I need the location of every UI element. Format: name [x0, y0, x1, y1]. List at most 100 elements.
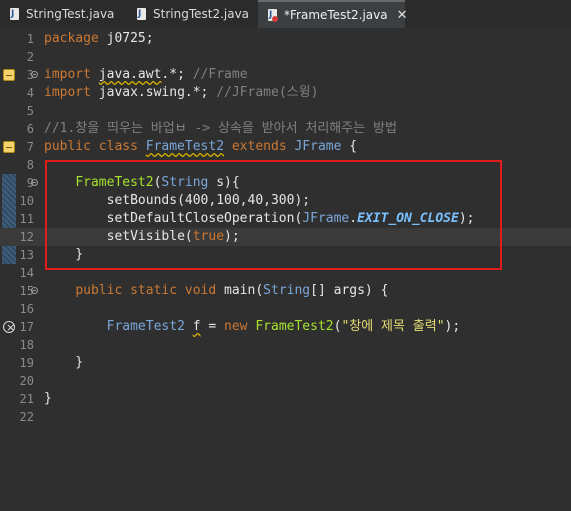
line-number: 4	[26, 86, 34, 100]
code-text: public static void main(String[] args) {	[44, 282, 388, 300]
code-line[interactable]: 10 setBounds(400,100,40,300);	[0, 192, 571, 210]
java-file-error-icon	[268, 9, 278, 22]
line-number: 22	[19, 410, 34, 424]
line-number: 7	[26, 140, 34, 154]
code-line[interactable]: 18	[0, 336, 571, 354]
line-number: 10	[19, 194, 34, 208]
code-token: s){	[208, 175, 240, 190]
code-line[interactable]: 4 import javax.swing.*; //JFrame(스윙)	[0, 84, 571, 102]
code-line[interactable]: 13 }	[0, 246, 571, 264]
code-token: JFrame	[302, 211, 350, 226]
error-icon[interactable]	[3, 319, 15, 337]
code-token: //Frame	[192, 67, 248, 82]
fold-toggle-icon[interactable]	[31, 179, 38, 186]
tab-label: StringTest2.java	[153, 7, 250, 21]
code-text: }	[44, 390, 52, 408]
tab-frametest2[interactable]: *FrameTest2.java ✕	[258, 0, 408, 28]
code-text: FrameTest2(String s){	[44, 174, 240, 192]
code-token: }	[44, 355, 84, 370]
close-icon[interactable]: ✕	[397, 8, 408, 23]
code-token: javax.swing.*;	[98, 85, 217, 100]
code-token: main(	[224, 283, 264, 298]
code-token: {	[341, 139, 358, 154]
code-token: package	[44, 31, 107, 46]
editor-tab-bar: StringTest.java StringTest2.java *FrameT…	[0, 0, 571, 29]
code-line[interactable]: 19 }	[0, 354, 571, 372]
line-number: 17	[19, 320, 34, 334]
code-token: FrameTest2	[75, 175, 154, 190]
code-text: setVisible(true);	[44, 228, 240, 246]
code-text: //1.창을 띄우는 바업ㅂ -> 상속을 받아서 처리해주는 방법	[44, 120, 397, 138]
code-token: public class	[44, 139, 146, 154]
java-file-icon	[137, 8, 146, 20]
fold-toggle-icon[interactable]	[31, 287, 38, 294]
line-number: 14	[19, 266, 34, 280]
code-line[interactable]: 15 public static void main(String[] args…	[0, 282, 571, 300]
code-token: );	[224, 229, 240, 244]
code-line[interactable]: 17 FrameTest2 f = new FrameTest2("창에 제목 …	[0, 318, 571, 337]
tab-stringtest[interactable]: StringTest.java	[0, 0, 122, 28]
code-text: setBounds(400,100,40,300);	[44, 192, 311, 210]
warning-icon[interactable]	[3, 141, 15, 153]
code-token: String	[263, 283, 311, 298]
code-token: );	[458, 211, 475, 226]
code-line[interactable]: 14	[0, 264, 571, 282]
code-token: j0725;	[106, 31, 154, 46]
code-text: import javax.swing.*; //JFrame(스윙)	[44, 84, 318, 102]
code-line[interactable]: 16	[0, 300, 571, 318]
code-editor[interactable]: 1 package j0725; 2 3 import java.awt.*; //Fr…	[0, 28, 571, 511]
tab-label: *FrameTest2.java	[284, 8, 388, 22]
code-text: }	[44, 354, 83, 372]
code-token: java.awt	[98, 67, 162, 82]
line-number: 19	[19, 356, 34, 370]
code-token: new	[224, 319, 256, 334]
line-number: 13	[19, 248, 34, 262]
code-token: [] args) {	[310, 283, 389, 298]
code-token: //1.창을 띄우는 바업ㅂ -> 상속을 받아서 처리해주는 방법	[44, 121, 397, 136]
line-number: 6	[26, 122, 34, 136]
code-token: f	[192, 319, 201, 334]
code-token: import	[44, 85, 99, 100]
code-token: .	[349, 211, 358, 226]
code-token: extends	[231, 139, 295, 154]
code-token: .*;	[161, 67, 193, 82]
code-token: String	[161, 175, 209, 190]
code-token: setDefaultCloseOperation(	[106, 211, 303, 226]
code-line[interactable]: 12 setVisible(true);	[0, 228, 571, 246]
code-text: }	[44, 246, 83, 264]
code-line[interactable]: 20	[0, 372, 571, 390]
code-line[interactable]: 3 import java.awt.*; //Frame	[0, 66, 571, 84]
code-token: setBounds(400,100,40,300);	[106, 193, 311, 208]
code-line[interactable]: 1 package j0725;	[0, 30, 571, 48]
code-token: import	[44, 67, 99, 82]
code-token: setVisible(	[106, 229, 193, 244]
code-line[interactable]: 5	[0, 102, 571, 120]
code-line[interactable]: 8	[0, 156, 571, 174]
code-token: FrameTest2	[255, 319, 334, 334]
code-line[interactable]: 7 public class FrameTest2 extends JFrame …	[0, 138, 571, 156]
line-number: 11	[19, 212, 34, 226]
line-number: 5	[26, 104, 34, 118]
code-line[interactable]: 11 setDefaultCloseOperation(JFrame.EXIT_…	[0, 210, 571, 228]
code-token: "창에 제목 출력"	[341, 319, 445, 334]
line-number: 16	[19, 302, 34, 316]
code-line[interactable]: 2	[0, 48, 571, 66]
line-number: 8	[26, 158, 34, 172]
tab-stringtest2[interactable]: StringTest2.java	[127, 0, 257, 28]
code-text: package j0725;	[44, 30, 154, 48]
code-line[interactable]: 9 FrameTest2(String s){	[0, 174, 571, 192]
fold-toggle-icon[interactable]	[31, 71, 38, 78]
line-number: 18	[19, 338, 34, 352]
code-line[interactable]: 22	[0, 408, 571, 426]
line-number: 21	[19, 392, 34, 406]
code-line[interactable]: 21}	[0, 390, 571, 408]
code-token: JFrame	[294, 139, 342, 154]
code-text: FrameTest2 f = new FrameTest2("창에 제목 출력"…	[44, 318, 461, 336]
code-token: );	[444, 319, 461, 334]
warning-icon[interactable]	[3, 69, 15, 81]
code-line[interactable]: 6 //1.창을 띄우는 바업ㅂ -> 상속을 받아서 처리해주는 방법	[0, 120, 571, 138]
